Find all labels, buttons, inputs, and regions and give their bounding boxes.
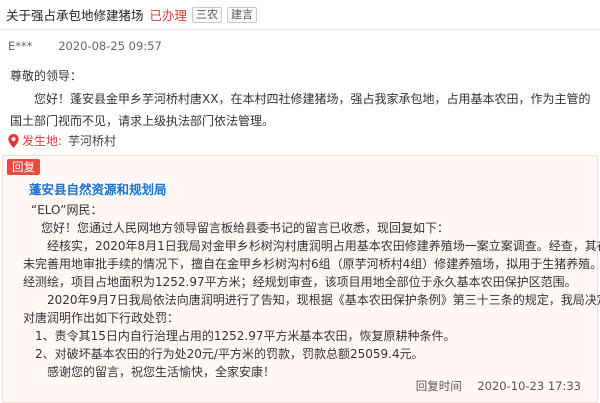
message-header: 关于强占承包地修建猪场 已办理 三农 建言 [0, 0, 600, 30]
message-title: 关于强占承包地修建猪场 [6, 8, 144, 23]
reply-time: 回复时间 2020-10-23 17:33 [416, 378, 581, 394]
reply-time-value: 2020-10-23 17:33 [477, 379, 581, 393]
reply-time-label: 回复时间 [415, 379, 462, 393]
reply-line: 未完善用地审批手续的情况下，擅自在金甲乡杉树沟村6组（原芋河桥村4组）修建养殖场… [23, 257, 600, 271]
post-time: 2020-08-25 09:57 [58, 39, 162, 53]
reply-line: 2020年9月7日我局依法向唐润明进行了告知，现根据《基本农田保护条例》第三十三… [47, 293, 600, 307]
reply-line: 对唐润明作出如下行政处罚： [23, 311, 180, 325]
reply-body: “ELO”网民： 您好！您通过人民网地方领导留言板给县委书记的留言已收悉，现回复… [23, 201, 600, 381]
message-paragraph: 您好！蓬安县金甲乡芋河桥村唐XX，在本村四社修建猪场，强占我家承包地，占用基本农… [10, 92, 591, 128]
message-meta: E*** 2020-08-25 09:57 [8, 39, 162, 53]
reply-line: 经核实，2020年8月1日我局对金甲乡杉树沟村唐润明占用基本农田修建养殖场一案立… [47, 239, 600, 253]
reply-line: 1、责令其15日内自行治理占用的1252.97平方米基本农田，恢复原耕种条件。 [35, 329, 456, 343]
reply-line: 经测绘，项目占地面积为1252.97平方米；经规划审查，该项目用地全部位于永久基… [23, 275, 577, 289]
author-name: E*** [8, 39, 33, 53]
message-salutation: 尊敬的领导： [10, 69, 83, 83]
map-pin-icon [8, 133, 19, 148]
reply-line: 2、对破坏基本农田的行为处20元/平方米的罚款，罚款总额25059.4元。 [35, 347, 424, 361]
location-label: 发生地: [22, 134, 63, 148]
reply-badge: 回复 [7, 159, 40, 175]
message-body: 您好！蓬安县金甲乡芋河桥村唐XX，在本村四社修建猪场，强占我家承包地，占用基本农… [10, 88, 596, 132]
location-row: 发生地: 芋河桥村 [8, 132, 116, 149]
category-tag-jianyan[interactable]: 建言 [227, 6, 258, 23]
reply-line: “ELO”网民： [31, 203, 103, 217]
status-badge: 已办理 [149, 8, 188, 23]
location-value[interactable]: 芋河桥村 [68, 132, 116, 149]
reply-panel: 回复 蓬安县自然资源和规划局 “ELO”网民： 您好！您通过人民网地方领导留言板… [2, 155, 600, 403]
category-tag-sannong[interactable]: 三农 [192, 6, 223, 23]
reply-line: 您好！您通过人民网地方领导留言板给县委书记的留言已收悉，现回复如下： [41, 221, 450, 235]
reply-organization[interactable]: 蓬安县自然资源和规划局 [29, 179, 167, 198]
